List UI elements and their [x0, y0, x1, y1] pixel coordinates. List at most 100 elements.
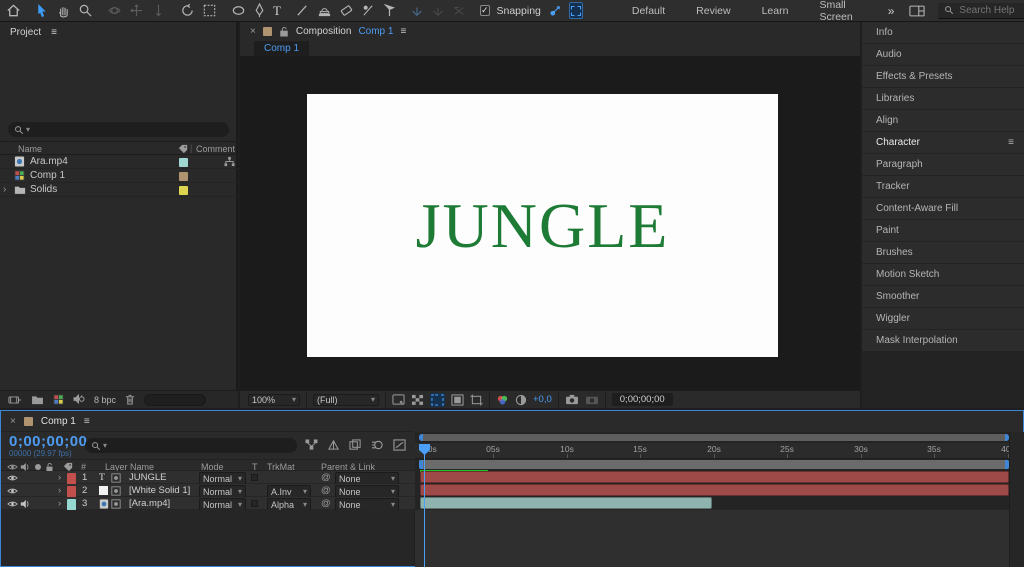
pan-camera-tool[interactable] [129, 2, 144, 19]
twirl-icon[interactable]: › [58, 497, 61, 510]
timeline-tab-label[interactable]: Comp 1 [41, 416, 76, 427]
layer-duration-bar[interactable] [420, 471, 1009, 483]
close-icon[interactable]: × [250, 26, 256, 37]
project-item-row[interactable]: › Solids [0, 183, 238, 197]
panel-tab-info[interactable]: Info [862, 22, 1024, 43]
panel-tab-brushes[interactable]: Brushes [862, 242, 1024, 263]
lock-icon[interactable] [279, 26, 289, 37]
new-folder-icon[interactable] [31, 395, 44, 405]
channels-icon[interactable] [496, 394, 509, 406]
frame-blending-icon[interactable] [349, 439, 362, 451]
pickwhip-icon[interactable]: @ [321, 484, 331, 497]
workspace-switcher-icon[interactable] [909, 2, 925, 19]
eye-icon[interactable] [7, 497, 18, 510]
panel-tab-paragraph[interactable]: Paragraph [862, 154, 1024, 175]
audio-icon[interactable] [20, 497, 30, 510]
bit-depth-button[interactable]: 8 bpc [94, 395, 116, 405]
panel-menu-icon[interactable]: ≡ [1008, 137, 1014, 148]
panel-tab-audio[interactable]: Audio [862, 44, 1024, 65]
trash-icon[interactable] [125, 394, 135, 405]
rotate-tool[interactable] [180, 2, 195, 19]
graph-editor-icon[interactable] [393, 439, 406, 451]
show-snapshot-icon[interactable] [585, 394, 599, 405]
close-icon[interactable]: × [10, 416, 16, 427]
project-panel-title[interactable]: Project [10, 27, 41, 38]
help-search-input[interactable] [959, 5, 1024, 16]
eraser-tool[interactable] [339, 2, 354, 19]
column-comment[interactable]: Comment [196, 144, 235, 154]
column-name[interactable]: Name [18, 144, 42, 154]
project-item-row[interactable]: Ara.mp4 [0, 155, 238, 169]
workspace-tab-review[interactable]: Review [684, 5, 742, 17]
project-settings-icon[interactable] [73, 394, 85, 405]
time-ruler[interactable]: 00s 05s 10s 15s 20s 25s 30s 35s 40s [415, 443, 1024, 459]
panel-tab-effects-presets[interactable]: Effects & Presets [862, 66, 1024, 87]
twirl-icon[interactable]: › [58, 471, 61, 484]
puppet-pin-tool[interactable] [383, 2, 396, 19]
work-area-bar[interactable] [419, 460, 1009, 469]
mask-visibility-icon[interactable] [451, 394, 464, 406]
dolly-camera-tool[interactable] [151, 2, 166, 19]
panel-tab-character[interactable]: Character ≡ [862, 132, 1024, 153]
timeline-menu-icon[interactable]: ≡ [84, 416, 90, 427]
panel-tab-content-aware-fill[interactable]: Content-Aware Fill [862, 198, 1024, 219]
clone-stamp-tool[interactable] [317, 2, 332, 19]
world-axis-mode-icon[interactable] [431, 2, 445, 19]
eye-icon[interactable] [7, 484, 18, 497]
layer-row[interactable]: › 3 [Ara.mp4] Normal ▾ Alpha ▾ @ None ▾ [1, 497, 415, 510]
project-panel-menu-icon[interactable]: ≡ [51, 27, 57, 38]
preserve-transparency-toggle[interactable] [251, 500, 258, 507]
panel-tab-smoother[interactable]: Smoother [862, 286, 1024, 307]
panel-tab-libraries[interactable]: Libraries [862, 88, 1024, 109]
orbit-camera-tool[interactable] [107, 2, 122, 19]
comp-panel-label[interactable]: Composition [296, 26, 352, 37]
timeline-graph-area[interactable]: 00s 05s 10s 15s 20s 25s 30s 35s 40s [415, 432, 1024, 567]
project-item-name[interactable]: Ara.mp4 [30, 156, 68, 167]
type-tool[interactable]: T [273, 2, 281, 19]
layer-name[interactable]: [Ara.mp4] [129, 497, 170, 510]
selection-tool[interactable] [35, 2, 49, 19]
home-icon[interactable] [6, 2, 21, 19]
brush-tool[interactable] [295, 2, 310, 19]
layer-name[interactable]: JUNGLE [129, 471, 166, 484]
project-item-name[interactable]: Comp 1 [30, 170, 65, 181]
pickwhip-icon[interactable]: @ [321, 471, 331, 484]
comp-viewer-tab[interactable]: Comp 1 [254, 41, 309, 56]
preserve-transparency-toggle[interactable] [251, 474, 258, 481]
help-search-box[interactable] [938, 3, 1024, 19]
new-composition-icon[interactable] [53, 394, 64, 405]
layer-row[interactable]: › 1 T JUNGLE Normal ▾ @ None ▾ [1, 471, 415, 484]
project-search-box[interactable]: ▾ [8, 122, 229, 137]
project-item-row[interactable]: Comp 1 [0, 169, 238, 183]
panel-tab-align[interactable]: Align [862, 110, 1024, 131]
pen-tool[interactable] [253, 2, 266, 19]
playhead-line[interactable] [424, 445, 425, 567]
label-color-column-icon[interactable] [178, 144, 188, 154]
comp-panel-comp-name[interactable]: Comp 1 [358, 26, 393, 37]
current-time-display[interactable]: 0;00;00;00 [9, 433, 87, 450]
interpret-footage-icon[interactable] [8, 395, 22, 405]
timeline-search-box[interactable]: ▾ [85, 438, 297, 453]
snapshot-camera-icon[interactable] [565, 394, 579, 405]
roto-brush-tool[interactable] [361, 2, 376, 19]
layer-duration-bar[interactable] [420, 484, 1009, 496]
label-color-chip[interactable] [179, 186, 188, 195]
comp-panel-menu-icon[interactable]: ≡ [400, 26, 406, 37]
workspace-tab-small-screen[interactable]: Small Screen [807, 0, 864, 23]
magnification-dropdown[interactable]: 100% ▾ [248, 394, 300, 406]
transparency-grid-icon[interactable] [411, 394, 424, 406]
eye-icon[interactable] [7, 471, 18, 484]
twirl-icon[interactable]: › [3, 184, 6, 195]
workspace-tab-learn[interactable]: Learn [750, 5, 801, 17]
panel-tab-paint[interactable]: Paint [862, 220, 1024, 241]
hand-tool[interactable] [56, 2, 71, 19]
panel-tab-tracker[interactable]: Tracker [862, 176, 1024, 197]
crop-icon[interactable] [470, 394, 483, 406]
exposure-icon[interactable] [515, 394, 527, 406]
zoom-tool[interactable] [78, 2, 93, 19]
timeline-horizontal-scrollbar[interactable] [419, 434, 1009, 441]
label-color-chip[interactable] [179, 172, 188, 181]
region-of-interest-icon[interactable] [430, 393, 445, 407]
project-item-name[interactable]: Solids [30, 184, 57, 195]
pan-behind-tool[interactable] [202, 2, 217, 19]
